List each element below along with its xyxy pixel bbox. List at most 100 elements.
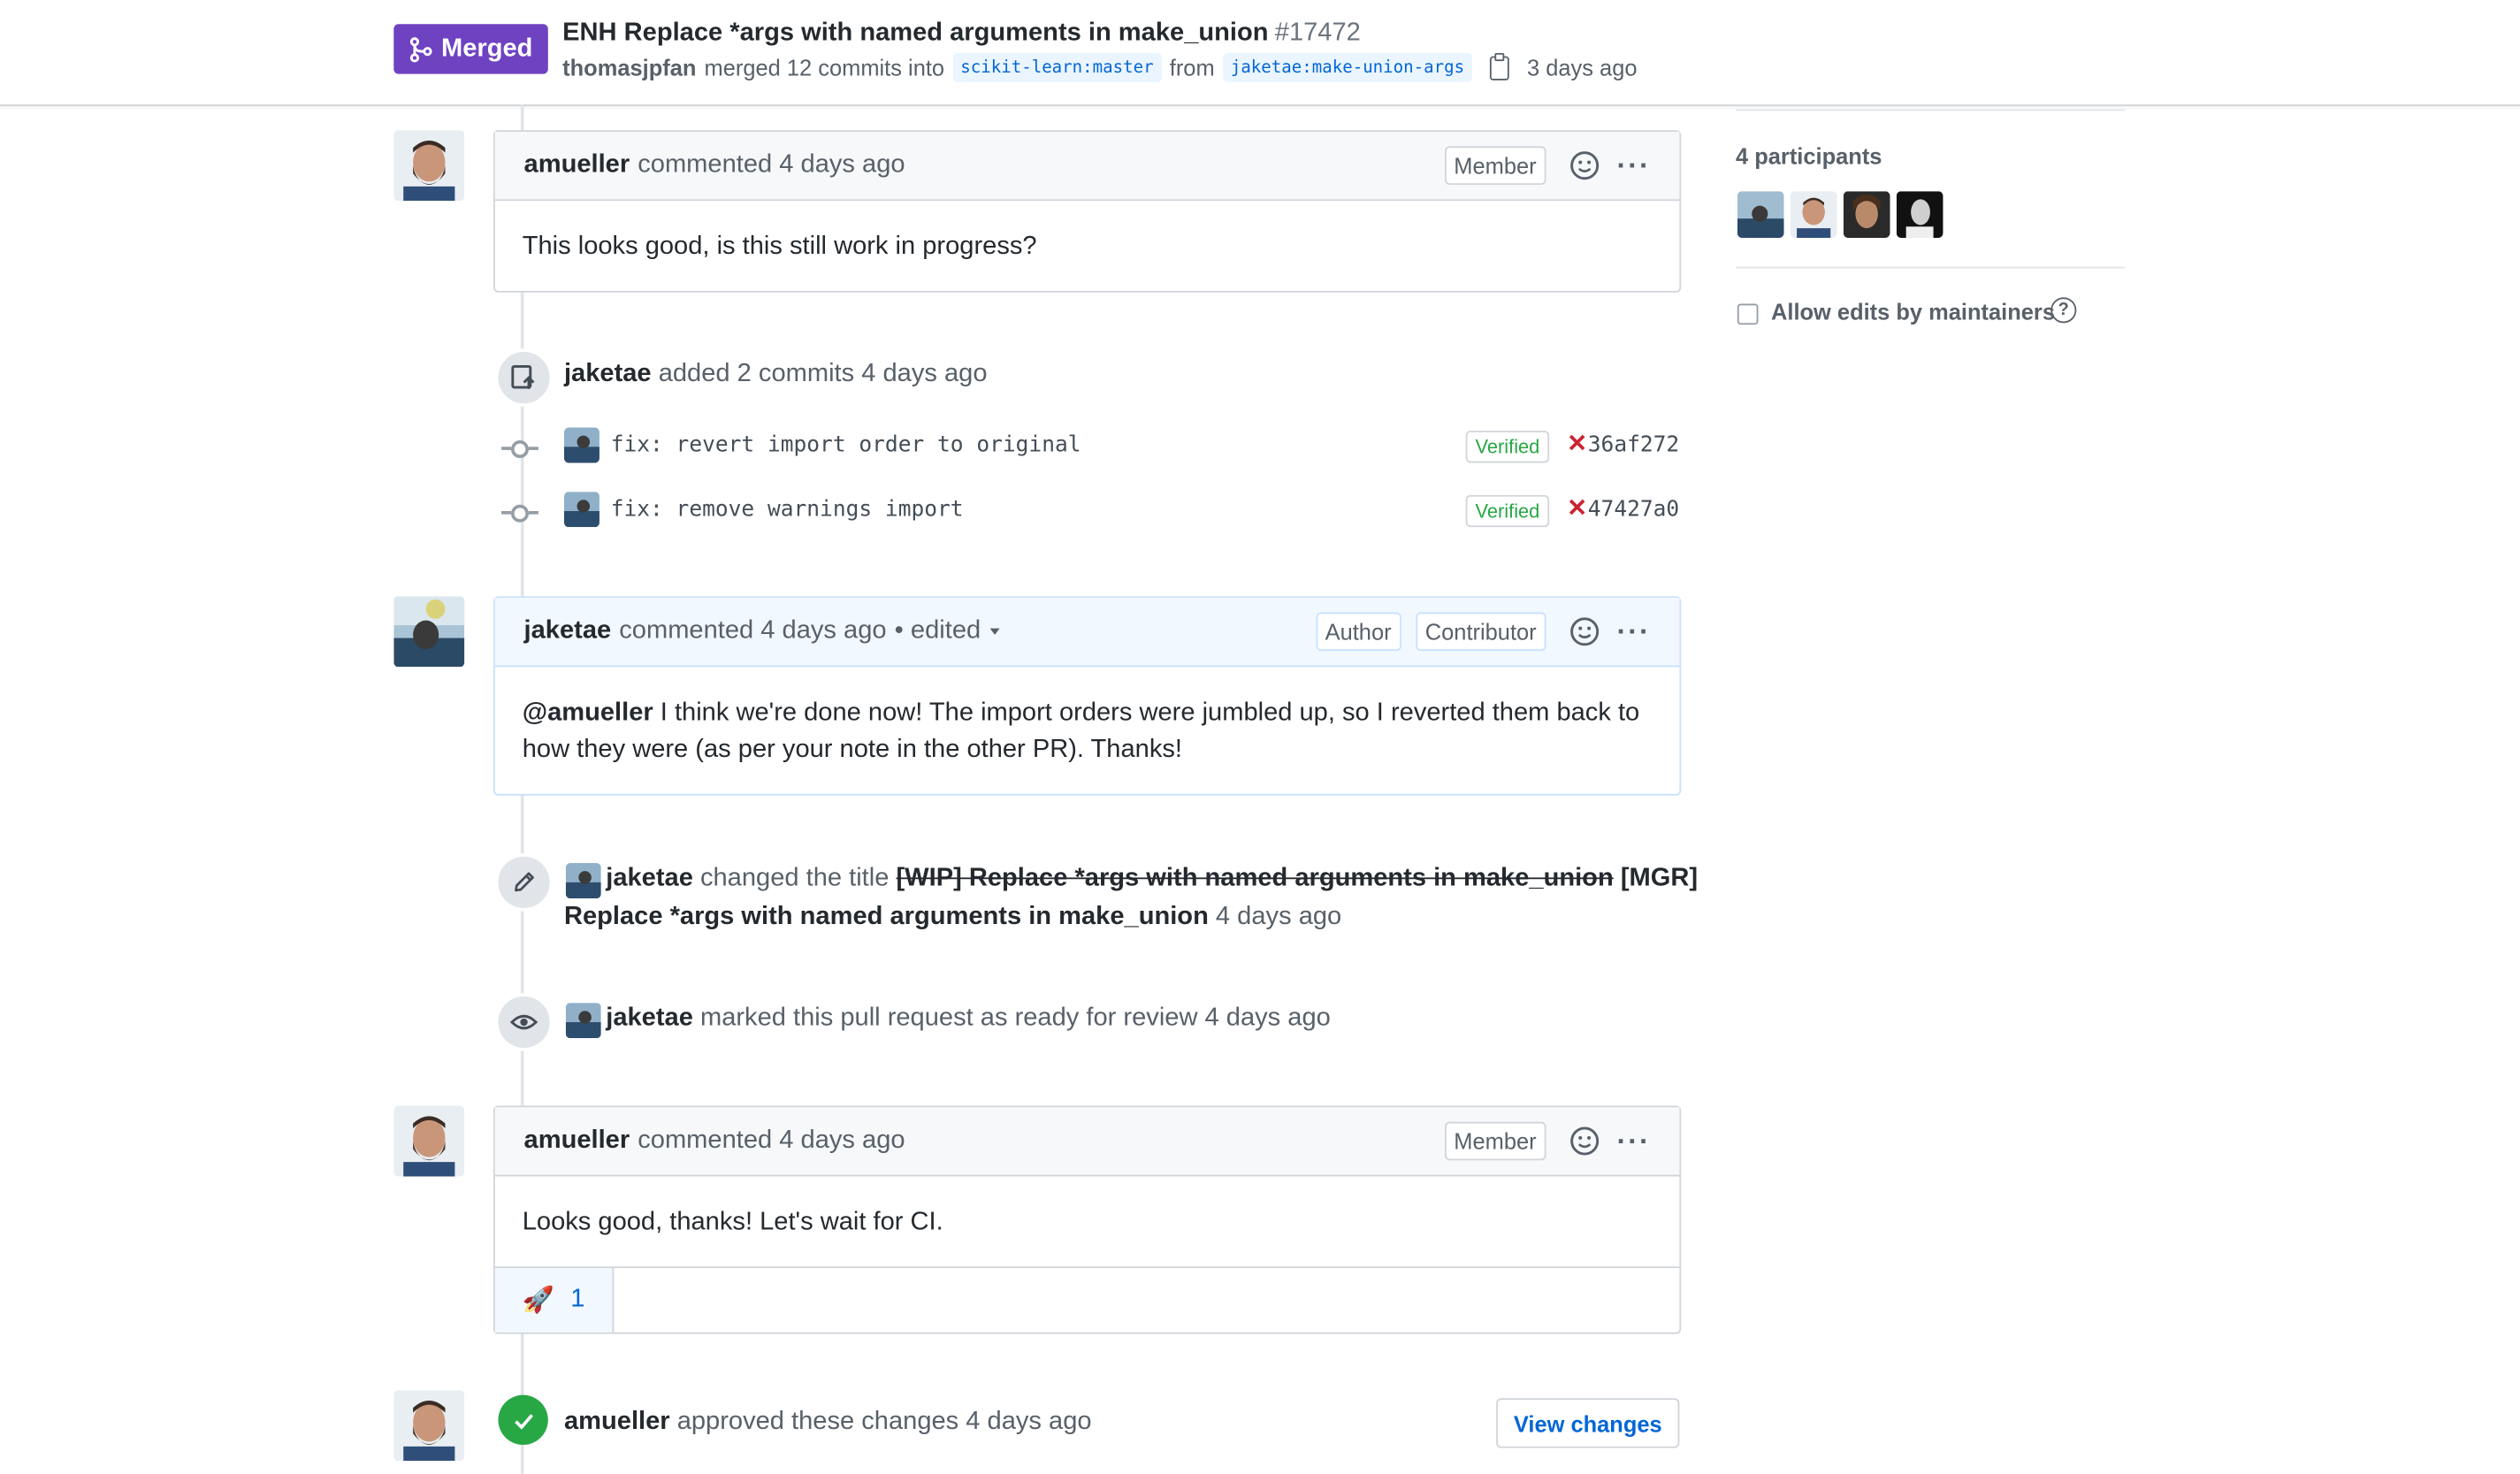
- comment-card: amueller commented 4 days ago Member ···…: [493, 130, 1682, 293]
- event-author-avatar[interactable]: [565, 1003, 601, 1039]
- comment-body: Looks good, thanks! Let's wait for CI.: [522, 1208, 943, 1236]
- more-options-icon[interactable]: ···: [1617, 615, 1651, 648]
- avatar[interactable]: [393, 130, 465, 202]
- commit-row: fix: revert import order to original Ver…: [501, 427, 1681, 466]
- commit-author-avatar[interactable]: [563, 427, 599, 463]
- allow-edits-checkbox[interactable]: [1737, 303, 1759, 325]
- participants-heading: 4 participants: [1736, 142, 1882, 169]
- clipboard-icon[interactable]: [1490, 52, 1510, 80]
- more-options-icon[interactable]: ···: [1617, 149, 1651, 182]
- view-changes-button[interactable]: View changes: [1496, 1398, 1680, 1448]
- event-author[interactable]: jaketae: [606, 865, 693, 892]
- verified-badge[interactable]: Verified: [1465, 431, 1550, 463]
- merged-status-badge: Merged: [393, 24, 548, 74]
- pr-title: ENH Replace *args with named arguments i…: [562, 19, 1361, 49]
- event-text: approved these changes 4 days ago: [676, 1408, 1092, 1436]
- verified-badge[interactable]: Verified: [1465, 494, 1550, 528]
- comment-text-line2: how they were (as per your note in the o…: [522, 736, 1182, 764]
- approve-event: amueller approved these changes 4 days a…: [564, 1408, 1092, 1437]
- event-author[interactable]: jaketae: [606, 1004, 693, 1032]
- head-branch[interactable]: jaketae:make-union-args: [1222, 52, 1473, 82]
- merger-link[interactable]: thomasjpfan: [562, 55, 696, 80]
- merge-time: 3 days ago: [1527, 54, 1638, 80]
- commit-dot-icon: [501, 504, 538, 523]
- commit-sha[interactable]: 47427a0: [1588, 497, 1679, 523]
- status-label: Merged: [441, 34, 533, 62]
- comment-body: This looks good, is this still work in p…: [522, 233, 1037, 261]
- check-icon: [498, 1394, 548, 1446]
- avatar[interactable]: [393, 596, 465, 668]
- pr-header: Merged ENH Replace *args with named argu…: [0, 0, 2520, 106]
- participant-avatar[interactable]: [1790, 191, 1837, 239]
- caret-down-icon: [990, 628, 1000, 635]
- event-text: added 2 commits 4 days ago: [658, 360, 988, 388]
- comment-author[interactable]: amueller: [524, 1127, 630, 1156]
- event-author[interactable]: amueller: [564, 1408, 670, 1435]
- smiley-icon[interactable]: [1569, 149, 1600, 181]
- commit-row: fix: remove warnings import Verified ✕ 4…: [501, 492, 1681, 531]
- comment-header: amueller commented 4 days ago Member ···: [494, 1107, 1680, 1177]
- event-text: marked this pull request as ready for re…: [699, 1004, 1331, 1032]
- smiley-icon[interactable]: [1569, 615, 1600, 647]
- reaction-count: 1: [570, 1286, 585, 1313]
- event-time: 4 days ago: [1215, 903, 1342, 931]
- merge-text: merged 12 commits into: [704, 54, 945, 80]
- comment-card: amueller commented 4 days ago Member ···…: [493, 1105, 1682, 1334]
- contributor-label: Contributor: [1415, 612, 1546, 652]
- avatar[interactable]: [393, 1390, 465, 1462]
- mention-link[interactable]: @amueller: [523, 699, 653, 727]
- sidebar-divider: [1736, 109, 2125, 111]
- base-branch[interactable]: scikit-learn:master: [952, 52, 1162, 82]
- comment-header: jaketae commented 4 days ago • edited Au…: [494, 598, 1680, 668]
- smiley-icon[interactable]: [1569, 1125, 1600, 1157]
- old-title: [WIP] Replace *args with named arguments…: [896, 864, 1614, 892]
- new-title-prefix: [MGR]: [1620, 864, 1699, 892]
- event-author-avatar[interactable]: [565, 863, 601, 899]
- comment-body: @amueller I think we're done now! The im…: [495, 667, 1680, 794]
- title-change-event-line2: Replace *args with named arguments in ma…: [564, 903, 1341, 932]
- allow-edits-label: Allow edits by maintainers: [1770, 299, 2056, 325]
- rocket-reaction-button[interactable]: 🚀 1: [494, 1268, 615, 1333]
- from-text: from: [1169, 54, 1215, 80]
- pr-title-text: ENH Replace *args with named arguments i…: [562, 19, 1269, 47]
- participant-avatar[interactable]: [1896, 191, 1943, 239]
- ci-failed-icon[interactable]: ✕: [1567, 493, 1587, 523]
- comment-time: commented 4 days ago: [638, 150, 905, 179]
- event-author[interactable]: jaketae: [564, 360, 652, 387]
- participant-avatar[interactable]: [1843, 191, 1890, 239]
- edited-dropdown[interactable]: • edited: [895, 617, 1000, 646]
- more-options-icon[interactable]: ···: [1617, 1124, 1651, 1157]
- new-title: Replace *args with named arguments in ma…: [563, 903, 1209, 931]
- comment-time: commented 4 days ago: [619, 616, 887, 645]
- comment-time: commented 4 days ago: [638, 1127, 905, 1155]
- ci-failed-icon[interactable]: ✕: [1567, 429, 1587, 458]
- commit-message[interactable]: fix: revert import order to original: [611, 432, 1081, 458]
- comment-author[interactable]: amueller: [524, 151, 630, 180]
- commit-push-icon: [494, 348, 554, 407]
- rocket-icon: 🚀: [522, 1287, 555, 1315]
- author-label: Author: [1315, 612, 1401, 652]
- help-icon[interactable]: ?: [2050, 297, 2077, 324]
- reactions-bar: 🚀 1: [494, 1266, 1680, 1333]
- avatar[interactable]: [393, 1105, 465, 1177]
- member-label: Member: [1444, 1121, 1546, 1161]
- commit-message[interactable]: fix: remove warnings import: [611, 497, 964, 523]
- comment-text-line1: I think we're done now! The import order…: [653, 699, 1640, 727]
- pr-number: #17472: [1274, 19, 1361, 47]
- pencil-icon: [494, 853, 554, 912]
- member-label: Member: [1444, 146, 1546, 186]
- commit-dot-icon: [501, 440, 538, 459]
- comment-card: jaketae commented 4 days ago • edited Au…: [493, 596, 1682, 796]
- pr-meta: thomasjpfan merged 12 commits into sciki…: [562, 52, 1638, 82]
- commit-sha[interactable]: 36af272: [1588, 432, 1679, 458]
- commit-author-avatar[interactable]: [563, 492, 599, 528]
- sidebar-divider: [1736, 266, 2125, 269]
- comment-header: amueller commented 4 days ago Member ···: [494, 132, 1680, 202]
- ready-event: jaketae marked this pull request as read…: [606, 1004, 1331, 1034]
- commits-event: jaketae added 2 commits 4 days ago: [564, 360, 988, 389]
- event-text: changed the title: [699, 864, 890, 892]
- edited-label: • edited: [894, 616, 981, 645]
- participant-avatar[interactable]: [1737, 191, 1784, 239]
- git-merge-icon: [409, 36, 431, 62]
- comment-author[interactable]: jaketae: [524, 617, 612, 646]
